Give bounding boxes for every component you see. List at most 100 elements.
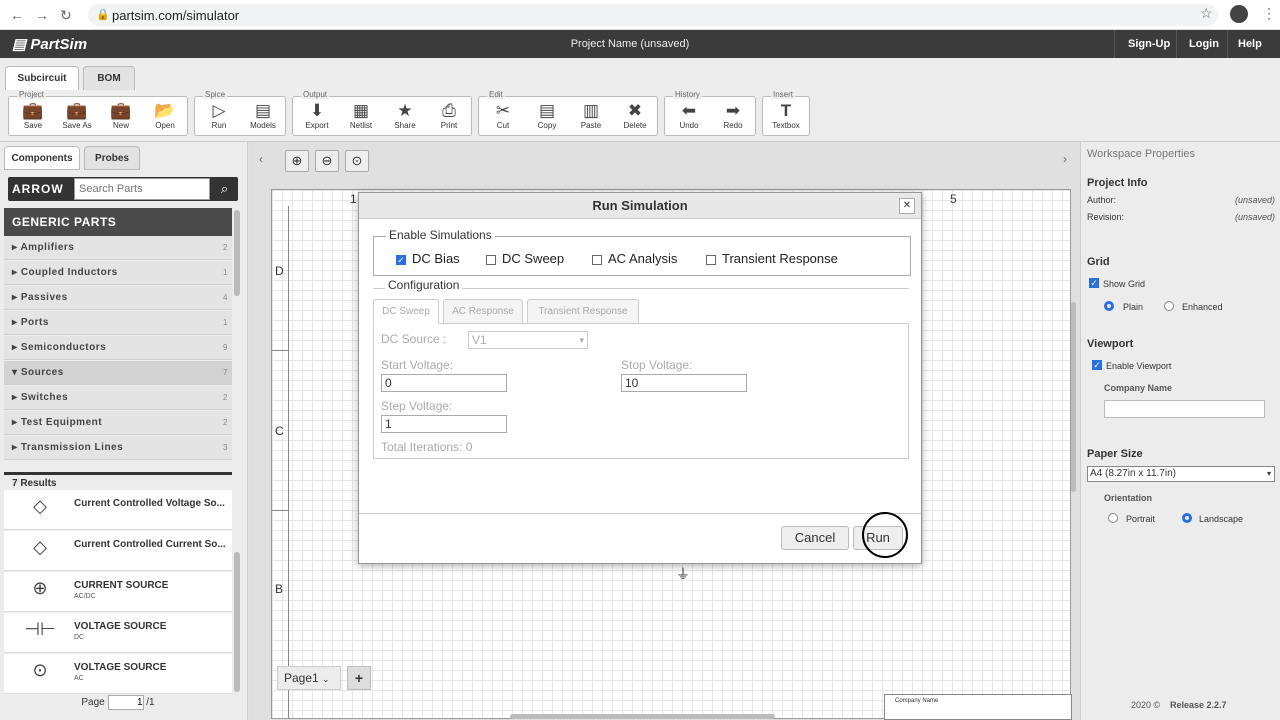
save-button[interactable]: 💼 Save — [13, 101, 53, 135]
chevron-down-icon: ▾ — [1266, 469, 1271, 478]
paper-size-select[interactable]: A4 (8.27in x 11.7in) ▾ — [1087, 466, 1275, 482]
frame-line — [272, 510, 288, 511]
category-coupled-inductors[interactable]: ▸ Coupled Inductors 1 — [4, 261, 232, 285]
new-button[interactable]: 💼 New — [101, 101, 141, 135]
total-iterations: Total Iterations: 0 — [381, 440, 473, 454]
zoom-out-icon[interactable]: ⊖ — [315, 150, 339, 172]
ac-analysis-checkbox[interactable] — [592, 254, 602, 265]
collapse-right-icon[interactable]: › — [1063, 152, 1067, 166]
category-test-equipment[interactable]: ▸ Test Equipment 2 — [4, 411, 232, 435]
ac-analysis-option[interactable]: AC Analysis — [592, 251, 677, 266]
category-amplifiers[interactable]: ▸ Amplifiers 2 — [4, 236, 232, 260]
plain-radio[interactable] — [1104, 301, 1114, 311]
textbox-button[interactable]: T Textbox — [766, 101, 806, 135]
page-input[interactable] — [107, 695, 144, 710]
cut-button[interactable]: ✂ Cut — [483, 101, 523, 135]
company-name-input[interactable] — [1104, 400, 1265, 418]
login-link[interactable]: Login — [1189, 38, 1219, 50]
result-item[interactable]: ◇ Current Controlled Voltage So... — [4, 490, 232, 530]
result-item[interactable]: ⊙ VOLTAGE SOURCE AC — [4, 654, 232, 694]
tab-bom[interactable]: BOM — [83, 66, 135, 90]
category-transmission-lines[interactable]: ▸ Transmission Lines 3 — [4, 436, 232, 460]
forward-icon[interactable]: → — [35, 7, 49, 23]
category-semiconductors[interactable]: ▸ Semiconductors 9 — [4, 336, 232, 360]
zoom-in-icon[interactable]: ⊕ — [285, 150, 309, 172]
show-grid-checkbox[interactable]: ✓ — [1089, 278, 1099, 288]
subtab-ac-response[interactable]: AC Response — [443, 299, 523, 324]
dc-bias-option[interactable]: ✓ DC Bias — [396, 251, 460, 266]
delete-button[interactable]: ✖ Delete — [615, 101, 655, 135]
collapse-left-icon[interactable]: ‹ — [259, 152, 263, 166]
zoom-fit-icon[interactable]: ⊙ — [345, 150, 369, 172]
open-button[interactable]: 📂 Open — [145, 101, 185, 135]
undo-button[interactable]: ⬅ Undo — [669, 101, 709, 135]
cancel-button[interactable]: Cancel — [781, 526, 849, 550]
menu-kebab-icon[interactable]: ⋮ — [1262, 5, 1276, 22]
category-passives[interactable]: ▸ Passives 4 — [4, 286, 232, 310]
search-icon[interactable]: ⌕ — [212, 178, 237, 200]
share-button[interactable]: ★ Share — [385, 101, 425, 135]
tab-components[interactable]: Components — [4, 146, 80, 170]
category-switches[interactable]: ▸ Switches 2 — [4, 386, 232, 410]
ac-voltage-source-icon: ⊙ — [32, 660, 48, 680]
subtab-transient-response[interactable]: Transient Response — [527, 299, 639, 324]
group-label: Insert — [771, 90, 796, 99]
result-item[interactable]: ◇ Current Controlled Current So... — [4, 531, 232, 571]
transient-response-option[interactable]: Transient Response — [706, 251, 838, 266]
run-button[interactable]: ▷ Run — [199, 101, 239, 135]
add-page-button[interactable]: + — [347, 666, 371, 690]
enhanced-radio[interactable] — [1164, 301, 1174, 311]
result-item[interactable]: ⊕ CURRENT SOURCE AC/DC — [4, 572, 232, 612]
back-icon[interactable]: ← — [10, 7, 24, 23]
x-icon: ✖ — [627, 101, 643, 120]
models-button[interactable]: ▤ Models — [243, 101, 283, 135]
redo-button[interactable]: ➡ Redo — [713, 101, 753, 135]
dc-bias-checkbox[interactable]: ✓ — [396, 254, 406, 265]
print-button[interactable]: ⎙ Print — [429, 101, 469, 135]
portrait-radio[interactable] — [1108, 513, 1118, 523]
category-sources[interactable]: ▾ Sources 7 — [4, 361, 232, 385]
results-scrollbar[interactable] — [234, 552, 240, 692]
textbox-icon: T — [780, 101, 792, 120]
transient-response-checkbox[interactable] — [706, 254, 716, 265]
export-button[interactable]: ⬇ Export — [297, 101, 337, 135]
search-input[interactable] — [74, 178, 210, 200]
result-item[interactable]: ⊣⊢ VOLTAGE SOURCE DC — [4, 613, 232, 653]
panel-title: Workspace Properties — [1087, 148, 1196, 160]
save-as-button[interactable]: 💼 Save As — [57, 101, 97, 135]
landscape-radio[interactable] — [1182, 513, 1192, 523]
dc-source-select[interactable]: V1 ▾ — [468, 331, 588, 349]
step-voltage-input[interactable]: 1 — [381, 415, 507, 433]
category-ports[interactable]: ▸ Ports 1 — [4, 311, 232, 335]
logo[interactable]: ▤ PartSim — [12, 35, 87, 53]
copy-button[interactable]: ▤ Copy — [527, 101, 567, 135]
spice-group: Spice ▷ Run ▤ Models — [194, 90, 286, 136]
help-link[interactable]: Help — [1238, 38, 1262, 50]
dc-source-label: DC Source : — [381, 332, 447, 346]
tab-subcircuit[interactable]: Subcircuit — [5, 66, 79, 90]
paste-button[interactable]: ▥ Paste — [571, 101, 611, 135]
profile-avatar-icon[interactable] — [1230, 5, 1248, 23]
tab-probes[interactable]: Probes — [84, 146, 140, 170]
project-group: Project 💼 Save 💼 Save As 💼 New 📂 Open — [8, 90, 188, 136]
paste-icon: ▥ — [582, 101, 600, 120]
netlist-button[interactable]: ▦ Netlist — [341, 101, 381, 135]
dc-sweep-option[interactable]: DC Sweep — [486, 251, 564, 266]
enable-viewport-checkbox[interactable]: ✓ — [1092, 360, 1102, 370]
start-voltage-input[interactable]: 0 — [381, 374, 507, 392]
title-block: Company Name — [884, 694, 1072, 720]
bookmark-star-icon[interactable]: ☆ — [1200, 5, 1213, 22]
url-text: partsim.com/simulator — [112, 8, 240, 23]
subtab-dc-sweep[interactable]: DC Sweep — [373, 299, 439, 324]
dc-sweep-checkbox[interactable] — [486, 254, 496, 265]
close-icon[interactable]: ✕ — [899, 198, 915, 214]
reload-icon[interactable]: ↻ — [60, 7, 72, 24]
url-bar[interactable]: 🔒 partsim.com/simulator — [88, 4, 1218, 26]
category-scrollbar[interactable] — [234, 210, 240, 296]
page-tab[interactable]: Page1 ⌄ — [277, 666, 341, 690]
ground-symbol-icon[interactable]: ⏚ — [676, 564, 690, 584]
stop-voltage-input[interactable]: 10 — [621, 374, 747, 392]
signup-link[interactable]: Sign-Up — [1128, 38, 1170, 50]
vertical-scrollbar[interactable] — [1071, 302, 1076, 492]
horizontal-scrollbar[interactable] — [510, 714, 775, 719]
